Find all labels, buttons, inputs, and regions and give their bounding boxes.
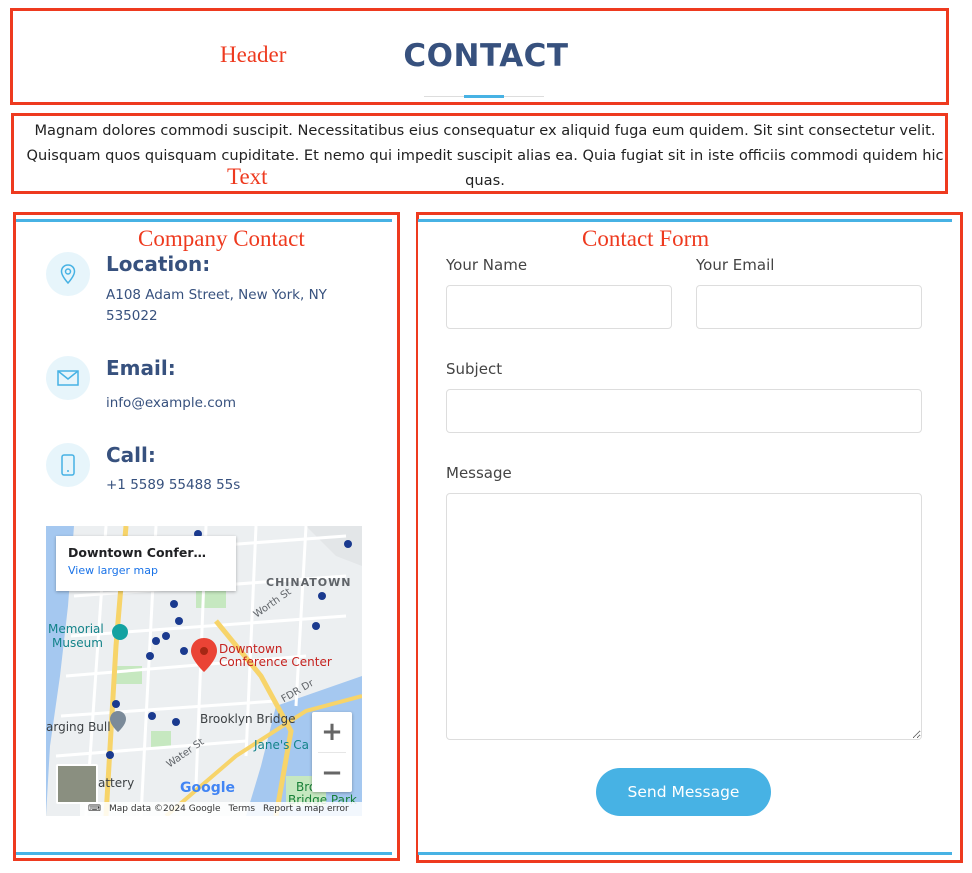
- map-terms-link[interactable]: Terms: [229, 804, 256, 814]
- message-label: Message: [446, 464, 512, 482]
- keyboard-icon[interactable]: ⌨: [88, 804, 101, 814]
- your-email-label: Your Email: [696, 256, 775, 274]
- subject-input[interactable]: [446, 389, 922, 433]
- view-larger-map-link[interactable]: View larger map: [68, 564, 224, 577]
- map-place-card: Downtown Confer… View larger map: [56, 536, 236, 591]
- company-contact-annotation-label: Company Contact: [138, 226, 305, 251]
- report-map-error-link[interactable]: Report a map error: [263, 804, 349, 814]
- email-input[interactable]: [696, 285, 922, 329]
- location-value: A108 Adam Street, New York, NY 535022: [106, 287, 327, 324]
- envelope-icon: [46, 356, 90, 400]
- text-annotation-label: Text: [227, 164, 268, 189]
- satellite-toggle-thumbnail[interactable]: [56, 764, 98, 804]
- map-pin-label-line1: Downtown: [219, 642, 283, 656]
- map-label-chinatown: CHINATOWN: [266, 576, 352, 589]
- phone-icon: [46, 443, 90, 487]
- map-label-memorial: Memorial: [48, 622, 104, 636]
- location-heading: Location:: [106, 252, 211, 276]
- zoom-out-button[interactable]: −: [312, 753, 352, 793]
- subject-label: Subject: [446, 360, 503, 378]
- map-label-charging-bull: arging Bull: [46, 720, 111, 734]
- message-textarea[interactable]: [446, 493, 922, 740]
- map-place-title: Downtown Confer…: [68, 545, 207, 560]
- map-pin-icon: [46, 252, 90, 296]
- zoom-in-button[interactable]: +: [312, 712, 352, 752]
- embedded-map[interactable]: CHINATOWN Memorial Museum Downtown Confe…: [46, 526, 362, 816]
- send-message-button[interactable]: Send Message: [596, 768, 771, 816]
- call-value: +1 5589 55488 55s: [106, 477, 241, 493]
- email-value: info@example.com: [106, 395, 237, 411]
- name-input[interactable]: [446, 285, 672, 329]
- map-zoom-control: + −: [312, 712, 352, 792]
- header-annotation-label: Header: [220, 42, 287, 67]
- map-footer: ⌨ Map data ©2024 Google Terms Report a m…: [80, 802, 362, 816]
- intro-paragraph: Magnam dolores commodi suscipit. Necessi…: [26, 122, 944, 189]
- page-title: CONTACT: [403, 38, 569, 74]
- email-heading: Email:: [106, 356, 176, 380]
- contact-form-annotation-label: Contact Form: [582, 226, 710, 251]
- your-name-label: Your Name: [446, 256, 528, 274]
- call-heading: Call:: [106, 443, 156, 467]
- map-label-brooklyn-bridge: Brooklyn Bridge: [200, 712, 296, 726]
- map-label-museum: Museum: [52, 636, 103, 650]
- title-accent-bar: [464, 95, 504, 98]
- map-label-battery: attery: [98, 776, 135, 790]
- google-logo: Google: [180, 780, 236, 796]
- map-pin-label-line2: Conference Center: [219, 655, 332, 669]
- map-label-janes: Jane's Ca: [254, 738, 309, 752]
- map-data-attribution: Map data ©2024 Google: [109, 804, 221, 814]
